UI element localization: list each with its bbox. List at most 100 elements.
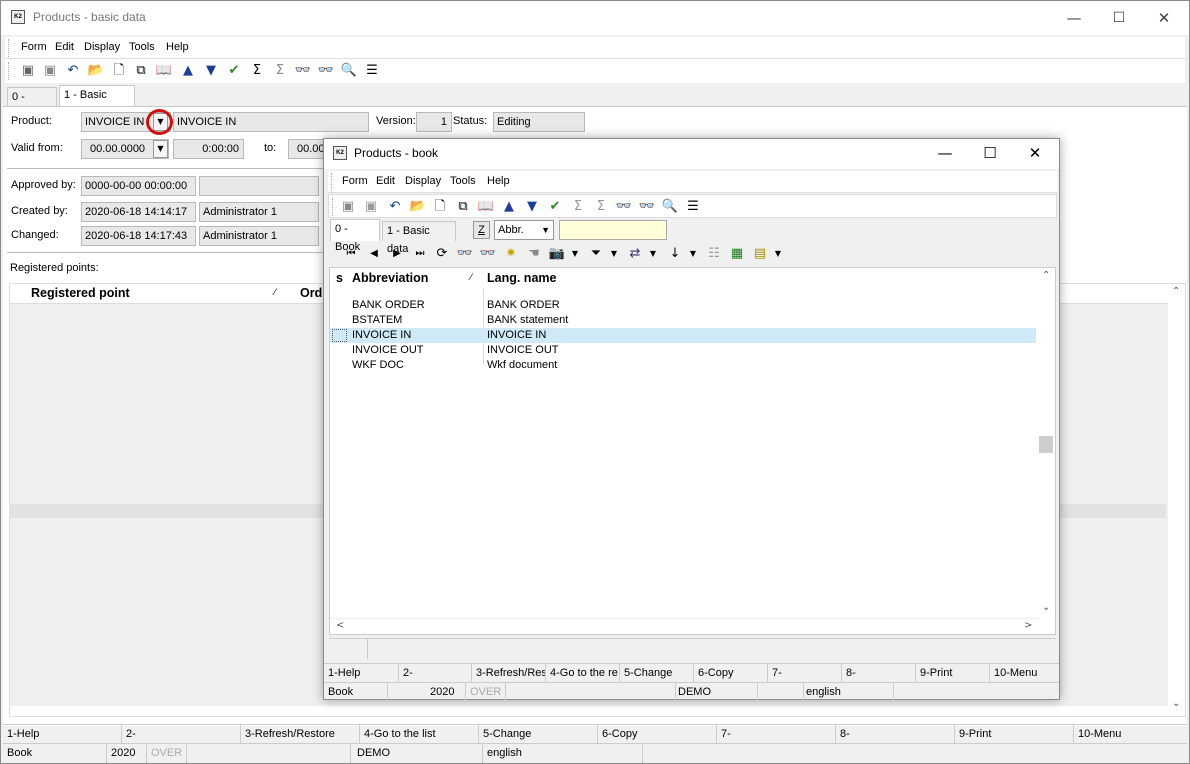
camera-dropdown-icon[interactable]: ▼	[566, 245, 584, 263]
product-name-field[interactable]: INVOICE IN	[173, 112, 369, 132]
list-item[interactable]: WKF DOC Wkf document	[330, 358, 1036, 373]
find-replace-icon[interactable]: 🔍	[340, 62, 358, 80]
dialog-menu-lines-icon[interactable]: ☰	[684, 198, 702, 216]
dialog-new-document-icon[interactable]: 🗋	[431, 198, 449, 216]
book-icon[interactable]: 📖	[155, 62, 173, 80]
dialog-minimize-button[interactable]: —	[922, 139, 968, 169]
list-item[interactable]: BANK ORDER BANK ORDER	[330, 298, 1036, 313]
sum-icon[interactable]: Σ	[248, 62, 266, 80]
tree-icon[interactable]: ☷	[705, 245, 723, 263]
dialog-tab-basic-data[interactable]: 1 - Basic data	[382, 221, 456, 255]
col-s[interactable]: s	[336, 271, 343, 285]
col-abbreviation[interactable]: Abbreviation	[352, 271, 428, 285]
first-record-icon[interactable]: ⏮	[342, 245, 360, 263]
filter-icon[interactable]: ⏷	[587, 245, 605, 263]
refresh-icon[interactable]: ⟳	[433, 245, 451, 263]
row-selector[interactable]	[332, 329, 347, 342]
dialog-fkey-10[interactable]: 10-Menu	[990, 664, 1059, 683]
row-selector[interactable]	[332, 299, 347, 312]
open-folder-icon[interactable]: 📂	[87, 62, 105, 80]
move-down-icon[interactable]: ▼	[202, 62, 220, 80]
export-dropdown-icon[interactable]: ▼	[644, 245, 662, 263]
list-scroll-left-icon[interactable]: <	[336, 620, 344, 631]
sort-dropdown-icon[interactable]: ▼	[684, 245, 702, 263]
export-icon[interactable]: ⇄	[626, 245, 644, 263]
report-icon[interactable]: ▤	[751, 245, 769, 263]
save-icon[interactable]: ▣	[19, 62, 37, 80]
dialog-menu-tools[interactable]: Tools	[450, 175, 476, 187]
list-scroll-down-icon[interactable]: ⌄	[1042, 602, 1050, 613]
menu-tools[interactable]: Tools	[129, 41, 155, 53]
dialog-move-up-icon[interactable]: ▲	[500, 198, 518, 216]
copy-document-icon[interactable]: ⧉	[132, 62, 150, 80]
dialog-menu-display[interactable]: Display	[405, 175, 441, 187]
last-record-icon[interactable]: ⏭	[411, 245, 429, 263]
dialog-fkey-9[interactable]: 9-Print	[916, 664, 990, 683]
dialog-save-icon[interactable]: ▣	[339, 198, 357, 216]
dialog-fkey-2[interactable]: 2-	[399, 664, 472, 683]
save-as-icon[interactable]: ▣	[41, 62, 59, 80]
dialog-sum-icon[interactable]: Σ	[569, 198, 587, 216]
list-scroll-right-icon[interactable]: >	[1024, 620, 1032, 631]
list-scroll-thumb[interactable]	[1039, 436, 1053, 453]
dialog-save-as-icon[interactable]: ▣	[362, 198, 380, 216]
search-by-select[interactable]: Abbr. ▼	[494, 220, 554, 240]
filter-dropdown-icon[interactable]: ▼	[605, 245, 623, 263]
dialog-fkey-1[interactable]: 1-Help	[324, 664, 399, 683]
row-selector[interactable]	[332, 359, 347, 372]
sum-filter-icon[interactable]: Σ	[271, 62, 289, 80]
fkey-7[interactable]: 7-	[717, 725, 836, 744]
sort-az-icon[interactable]: ↓	[666, 245, 684, 263]
dialog-find-replace-icon[interactable]: 🔍	[661, 198, 679, 216]
search-input[interactable]	[559, 220, 667, 240]
fkey-1[interactable]: 1-Help	[3, 725, 122, 744]
move-up-icon[interactable]: ▲	[179, 62, 197, 80]
fkey-9[interactable]: 9-Print	[955, 725, 1074, 744]
excel-icon[interactable]: ▦	[728, 245, 746, 263]
binoculars-icon[interactable]: 👓	[294, 62, 312, 80]
valid-from-time-field[interactable]: 0:00:00	[173, 139, 244, 159]
list-item[interactable]: INVOICE IN INVOICE IN	[330, 328, 1036, 343]
z-button[interactable]: Z	[473, 221, 490, 239]
dialog-fkey-4[interactable]: 4-Go to the re	[546, 664, 620, 683]
tab-book[interactable]: 0 - Book	[7, 87, 57, 121]
list-hscroll[interactable]: < >	[330, 618, 1038, 634]
scroll-down-icon[interactable]: ⌄	[1172, 698, 1180, 709]
check-icon[interactable]: ✔	[225, 62, 243, 80]
tab-basic-data[interactable]: 1 - Basic data	[59, 85, 135, 119]
dialog-fkey-6[interactable]: 6-Copy	[694, 664, 768, 683]
prev-record-icon[interactable]: ◀	[365, 245, 383, 263]
dialog-fkey-8[interactable]: 8-	[842, 664, 916, 683]
star-icon[interactable]: ✷	[502, 245, 520, 263]
hand-icon[interactable]: ☚	[525, 245, 543, 263]
menu-display[interactable]: Display	[84, 41, 120, 53]
menu-lines-icon[interactable]: ☰	[363, 62, 381, 80]
nav-binoculars-icon[interactable]: 👓	[456, 245, 474, 263]
row-selector[interactable]	[332, 344, 347, 357]
report-dropdown-icon[interactable]: ▼	[769, 245, 787, 263]
dialog-undo-icon[interactable]: ↶	[386, 198, 404, 216]
dialog-menu-help[interactable]: Help	[487, 175, 510, 187]
col-lang-name[interactable]: Lang. name	[487, 271, 556, 285]
row-selector[interactable]	[332, 314, 347, 327]
dialog-sum-filter-icon[interactable]: Σ	[592, 198, 610, 216]
nav-find-icon[interactable]: 👓	[479, 245, 497, 263]
fkey-2[interactable]: 2-	[122, 725, 241, 744]
dialog-tab-book[interactable]: 0 - Book	[330, 219, 380, 253]
minimize-button[interactable]: —	[1051, 1, 1097, 35]
dialog-fkey-3[interactable]: 3-Refresh/Res	[472, 664, 546, 683]
dialog-maximize-button[interactable]: ☐	[967, 139, 1013, 169]
next-record-icon[interactable]: ▶	[388, 245, 406, 263]
close-button[interactable]: ✕	[1141, 1, 1187, 35]
grid-vscroll[interactable]: ⌃ ⌄	[1168, 284, 1185, 716]
list-scroll-up-icon[interactable]: ⌃	[1042, 270, 1050, 281]
undo-icon[interactable]: ↶	[64, 62, 82, 80]
dialog-move-down-icon[interactable]: ▼	[523, 198, 541, 216]
dialog-fkey-5[interactable]: 5-Change	[620, 664, 694, 683]
menu-form[interactable]: Form	[21, 41, 47, 53]
dialog-check-icon[interactable]: ✔	[546, 198, 564, 216]
dialog-open-folder-icon[interactable]: 📂	[409, 198, 427, 216]
col-registered-point[interactable]: Registered point	[31, 286, 130, 300]
scroll-up-icon[interactable]: ⌃	[1172, 286, 1180, 297]
list-item[interactable]: BSTATEM BANK statement	[330, 313, 1036, 328]
